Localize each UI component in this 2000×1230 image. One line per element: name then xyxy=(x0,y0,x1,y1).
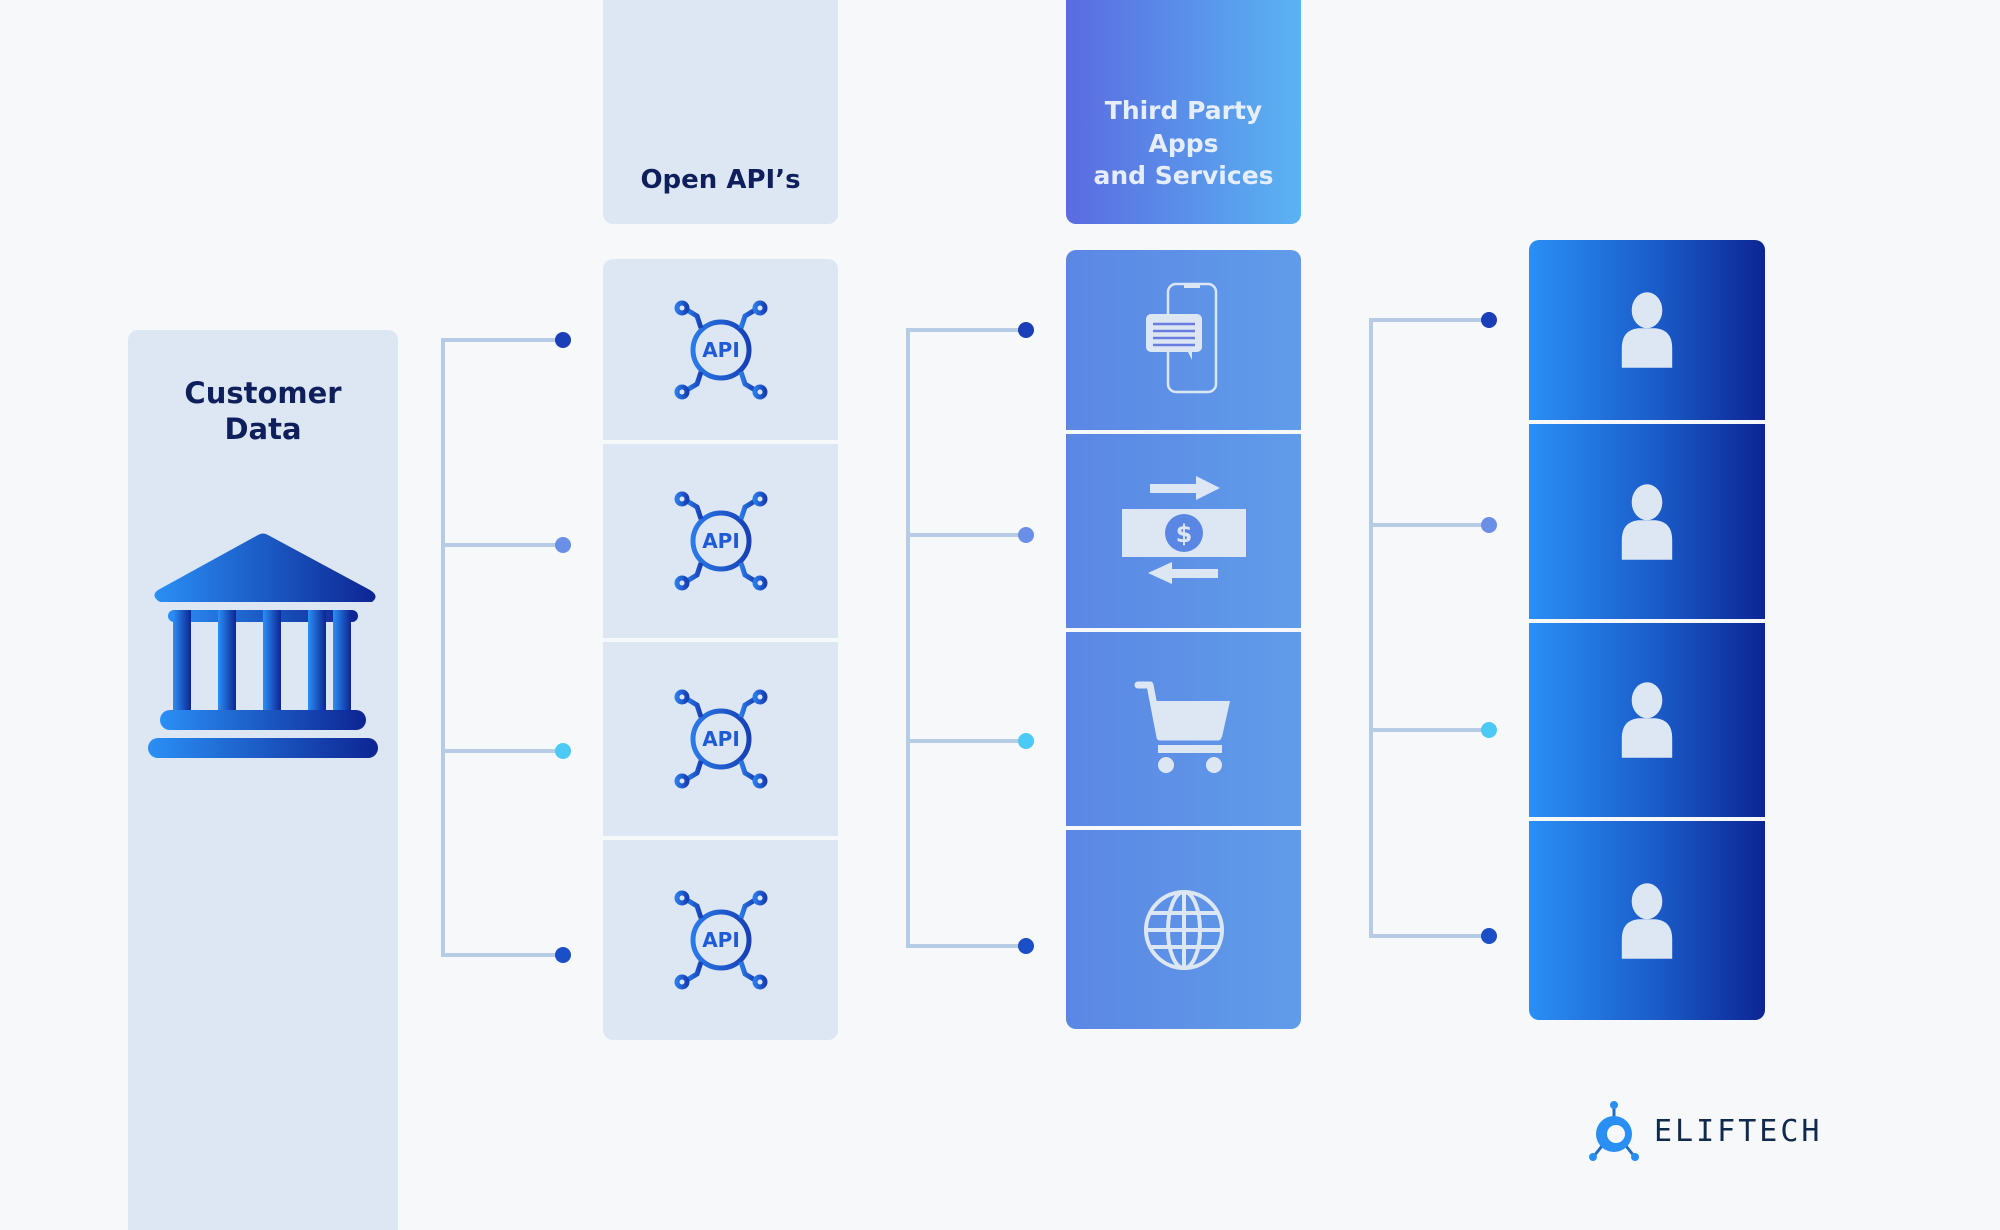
third-party-to-users-dot xyxy=(1481,312,1497,328)
user-icon xyxy=(1602,285,1692,375)
third-party-cell-web xyxy=(1066,830,1301,1029)
user-cell xyxy=(1529,821,1765,1020)
svg-text:$: $ xyxy=(1175,520,1192,548)
api-cell: API xyxy=(603,444,838,638)
api-to-third-party-branch xyxy=(906,533,1026,537)
api-to-third-party-trunk xyxy=(906,328,910,947)
globe-icon xyxy=(1143,889,1224,970)
third-party-to-users-trunk xyxy=(1369,318,1373,937)
mobile-chat-icon xyxy=(1145,282,1217,394)
customer-to-api-trunk xyxy=(441,338,445,956)
third-party-header: Third Party Apps and Services xyxy=(1066,0,1301,224)
bank-icon xyxy=(148,533,378,758)
user-icon xyxy=(1602,876,1692,966)
api-to-third-party-dot xyxy=(1018,733,1034,749)
user-cell xyxy=(1529,424,1765,619)
third-party-to-users-dot xyxy=(1481,517,1497,533)
user-icon xyxy=(1602,477,1692,567)
third-party-to-users-dot xyxy=(1481,722,1497,738)
api-label: API xyxy=(702,928,740,952)
api-cell: API xyxy=(603,259,838,440)
third-party-cell-mobile xyxy=(1066,250,1301,430)
api-to-third-party-dot xyxy=(1018,938,1034,954)
api-cell: API xyxy=(603,642,838,836)
api-chip-icon: API xyxy=(671,890,771,990)
user-cell xyxy=(1529,623,1765,817)
third-party-cell-payments: $ xyxy=(1066,434,1301,628)
customer-to-api-branch xyxy=(441,953,563,957)
customer-data-title-line2: Data xyxy=(224,412,302,447)
eliftech-logo: ELIFTECH xyxy=(1588,1100,1823,1162)
third-party-title-line2: Apps xyxy=(1148,128,1219,158)
customer-data-title-line1: Customer xyxy=(184,376,342,410)
customer-to-api-branch xyxy=(441,543,563,547)
customer-data-panel: Customer Data xyxy=(128,330,398,1230)
shopping-cart-icon xyxy=(1134,681,1230,773)
open-apis-header: Open API’s xyxy=(603,0,838,224)
customer-to-api-branch xyxy=(441,749,563,753)
api-to-third-party-dot xyxy=(1018,322,1034,338)
api-chip-icon: API xyxy=(671,689,771,789)
customer-to-api-dot xyxy=(555,537,571,553)
api-cell: API xyxy=(603,840,838,1040)
third-party-to-users-branch xyxy=(1369,318,1489,322)
user-icon xyxy=(1602,675,1692,765)
customer-data-title: Customer Data xyxy=(128,375,398,448)
api-to-third-party-dot xyxy=(1018,527,1034,543)
customer-to-api-branch xyxy=(441,338,563,342)
api-chip-icon: API xyxy=(671,491,771,591)
third-party-to-users-branch xyxy=(1369,523,1489,527)
eliftech-logo-icon xyxy=(1589,1101,1639,1161)
third-party-title: Third Party Apps and Services xyxy=(1066,95,1301,193)
money-transfer-icon: $ xyxy=(1121,476,1246,584)
user-cell xyxy=(1529,240,1765,420)
api-to-third-party-branch xyxy=(906,328,1026,332)
eliftech-logo-text: ELIFTECH xyxy=(1654,1113,1823,1149)
third-party-title-line1: Third Party xyxy=(1104,96,1263,125)
third-party-to-users-branch xyxy=(1369,934,1489,938)
api-label: API xyxy=(702,529,740,553)
customer-to-api-dot xyxy=(555,743,571,759)
api-chip-icon: API xyxy=(671,300,771,400)
api-to-third-party-branch xyxy=(906,739,1026,743)
customer-to-api-dot xyxy=(555,947,571,963)
customer-to-api-dot xyxy=(555,332,571,348)
third-party-to-users-dot xyxy=(1481,928,1497,944)
third-party-title-line3: and Services xyxy=(1093,161,1274,190)
api-label: API xyxy=(702,727,740,751)
third-party-cell-shopping xyxy=(1066,632,1301,826)
third-party-to-users-branch xyxy=(1369,728,1489,732)
open-apis-title: Open API’s xyxy=(640,164,801,195)
api-label: API xyxy=(702,338,740,362)
api-to-third-party-branch xyxy=(906,944,1026,948)
